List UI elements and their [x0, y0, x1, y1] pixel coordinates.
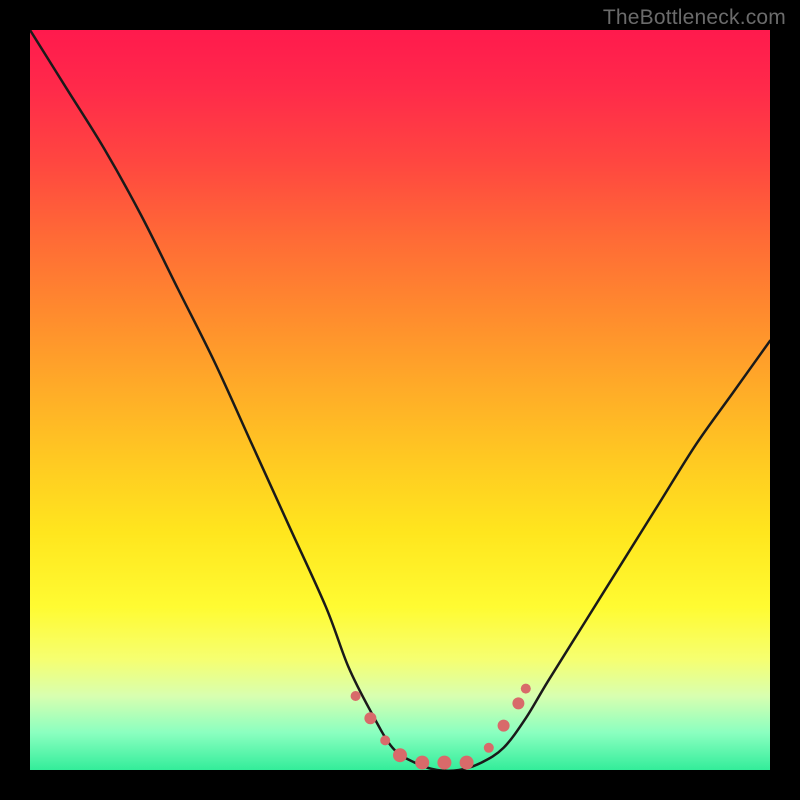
curve-marker [521, 684, 531, 694]
curve-marker [484, 743, 494, 753]
curve-svg [30, 30, 770, 770]
curve-marker [460, 756, 474, 770]
curve-marker [437, 756, 451, 770]
curve-marker [351, 691, 361, 701]
curve-marker [498, 720, 510, 732]
curve-marker [415, 756, 429, 770]
bottleneck-curve [30, 30, 770, 770]
chart-frame: TheBottleneck.com [0, 0, 800, 800]
curve-marker [512, 697, 524, 709]
watermark-text: TheBottleneck.com [603, 6, 786, 30]
curve-marker [393, 748, 407, 762]
plot-area [30, 30, 770, 770]
curve-marker [380, 735, 390, 745]
curve-marker [364, 712, 376, 724]
